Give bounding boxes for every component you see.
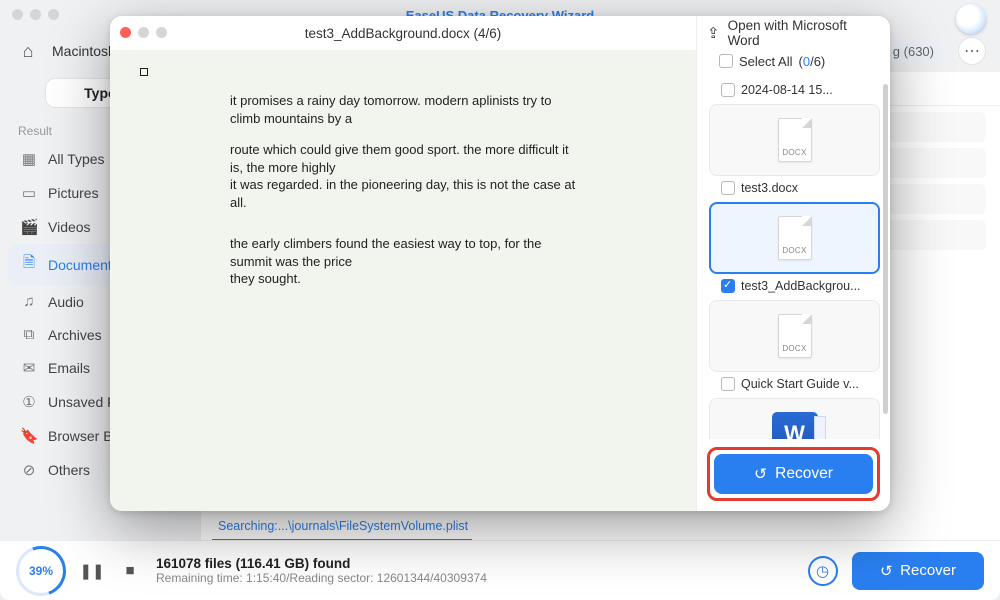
avatar[interactable] <box>956 4 986 34</box>
docx-icon <box>778 118 812 162</box>
file-name: test3_AddBackgrou... <box>741 279 878 293</box>
modal-title: test3_AddBackground.docx (4/6) <box>305 26 502 41</box>
pause-button[interactable]: ❚❚ <box>80 559 104 583</box>
fullscreen-icon[interactable] <box>48 9 59 20</box>
sidebar-item-label: Others <box>48 462 90 478</box>
document-preview: it promises a rainy day tomorrow. modern… <box>110 50 696 511</box>
recover-label: Recover <box>775 465 833 483</box>
history-icon[interactable]: ◷ <box>808 556 838 586</box>
sidebar-item-label: Audio <box>48 294 84 310</box>
home-icon[interactable]: ⌂ <box>14 38 42 64</box>
others-icon: ⊘ <box>20 461 38 479</box>
file-row[interactable]: test3_AddBackgrou... <box>703 276 886 298</box>
open-with-row[interactable]: ⇪ Open with Microsoft Word <box>697 16 890 50</box>
select-all-row[interactable]: Select All (0/6) <box>697 50 890 78</box>
word-icon: W <box>772 412 818 439</box>
file-thumbnail[interactable] <box>709 104 880 176</box>
file-row[interactable]: 2024-08-14 15... <box>703 80 886 102</box>
docx-icon <box>778 314 812 358</box>
unsaved-icon: ① <box>20 393 38 411</box>
file-checkbox[interactable] <box>721 83 735 97</box>
audio-icon: ♫ <box>20 293 38 310</box>
select-all-count: (0/6) <box>798 54 825 69</box>
sidebar-item-label: Documents <box>48 257 119 273</box>
progress-value: 39% <box>29 564 53 578</box>
minimize-icon[interactable] <box>30 9 41 20</box>
archive-icon: ⧉ <box>20 326 38 343</box>
file-thumbnail[interactable] <box>709 300 880 372</box>
modal-recover-button[interactable]: ↻ Recover <box>714 454 873 494</box>
remaining-time-label: Remaining time: 1:15:40/Reading sector: … <box>156 571 487 585</box>
file-checkbox[interactable] <box>721 377 735 391</box>
bookmark-icon: 🔖 <box>20 427 38 445</box>
select-all-label: Select All <box>739 54 792 69</box>
file-checkbox[interactable] <box>721 181 735 195</box>
files-found-label: 161078 files (116.41 GB) found <box>156 556 487 571</box>
file-list[interactable]: 2024-08-14 15... test3.docx test3_AddBackg… <box>697 78 890 439</box>
video-icon: 🎬 <box>20 218 38 236</box>
grid-icon: ▦ <box>20 150 38 168</box>
open-with-label: Open with Microsoft Word <box>728 18 880 48</box>
recover-label: Recover <box>900 562 956 579</box>
stop-button[interactable]: ■ <box>118 559 142 583</box>
file-row[interactable]: test3.docx <box>703 178 886 200</box>
search-status-text: Searching:...\journals\FileSystemVolume.… <box>218 519 468 533</box>
footer: 39% ❚❚ ■ 161078 files (116.41 GB) found … <box>0 540 1000 600</box>
close-icon[interactable] <box>12 9 23 20</box>
sidebar-item-label: Emails <box>48 360 90 376</box>
file-name: test3.docx <box>741 181 878 195</box>
document-icon: 🗎 <box>20 252 38 277</box>
paragraph-marker-icon <box>140 68 148 76</box>
search-status: Searching:...\journals\FileSystemVolume.… <box>212 512 1000 540</box>
file-checkbox[interactable] <box>721 279 735 293</box>
recover-icon: ↻ <box>754 465 767 484</box>
file-name: Quick Start Guide v... <box>741 377 878 391</box>
breadcrumb[interactable]: Macintosh <box>52 43 116 59</box>
count-prefix: g <box>893 44 904 59</box>
preview-paragraph: it promises a rainy day tomorrow. modern… <box>230 92 576 127</box>
minimize-icon[interactable] <box>138 27 149 38</box>
file-name: 2024-08-14 15... <box>741 83 878 97</box>
sidebar-item-label: Pictures <box>48 185 99 201</box>
recover-icon: ↻ <box>880 562 893 580</box>
preview-pane: test3_AddBackground.docx (4/6) it promis… <box>110 16 696 511</box>
email-icon: ✉ <box>20 359 38 377</box>
highlight-box: ↻ Recover <box>707 447 880 501</box>
sidebar-item-label: Videos <box>48 219 91 235</box>
preview-paragraph: route which could give them good sport. … <box>230 141 576 211</box>
document-page: it promises a rainy day tomorrow. modern… <box>130 56 676 505</box>
footer-stats: 161078 files (116.41 GB) found Remaining… <box>156 556 487 585</box>
fullscreen-icon[interactable] <box>156 27 167 38</box>
file-thumbnail[interactable]: W <box>709 398 880 439</box>
modal-titlebar: test3_AddBackground.docx (4/6) <box>110 16 696 50</box>
recover-button[interactable]: ↻ Recover <box>852 552 984 590</box>
file-row[interactable]: Quick Start Guide v... <box>703 374 886 396</box>
preview-paragraph: the early climbers found the easiest way… <box>230 235 576 288</box>
progress-ring: 39% <box>16 546 66 596</box>
close-icon[interactable] <box>120 27 131 38</box>
sidebar-item-label: Archives <box>48 327 102 343</box>
window-controls[interactable] <box>12 9 59 20</box>
file-thumbnail[interactable] <box>709 202 880 274</box>
file-list-pane: ⇪ Open with Microsoft Word Select All (0… <box>696 16 890 511</box>
modal-window-controls[interactable] <box>120 27 167 38</box>
more-menu-button[interactable]: ⋯ <box>958 37 986 65</box>
picture-icon: ▭ <box>20 184 38 202</box>
select-all-checkbox[interactable] <box>719 54 733 68</box>
count-value: (630) <box>904 44 934 59</box>
sidebar-item-label: All Types <box>48 151 105 167</box>
preview-modal: test3_AddBackground.docx (4/6) it promis… <box>110 16 890 511</box>
docx-icon <box>778 216 812 260</box>
share-icon[interactable]: ⇪ <box>707 24 720 42</box>
